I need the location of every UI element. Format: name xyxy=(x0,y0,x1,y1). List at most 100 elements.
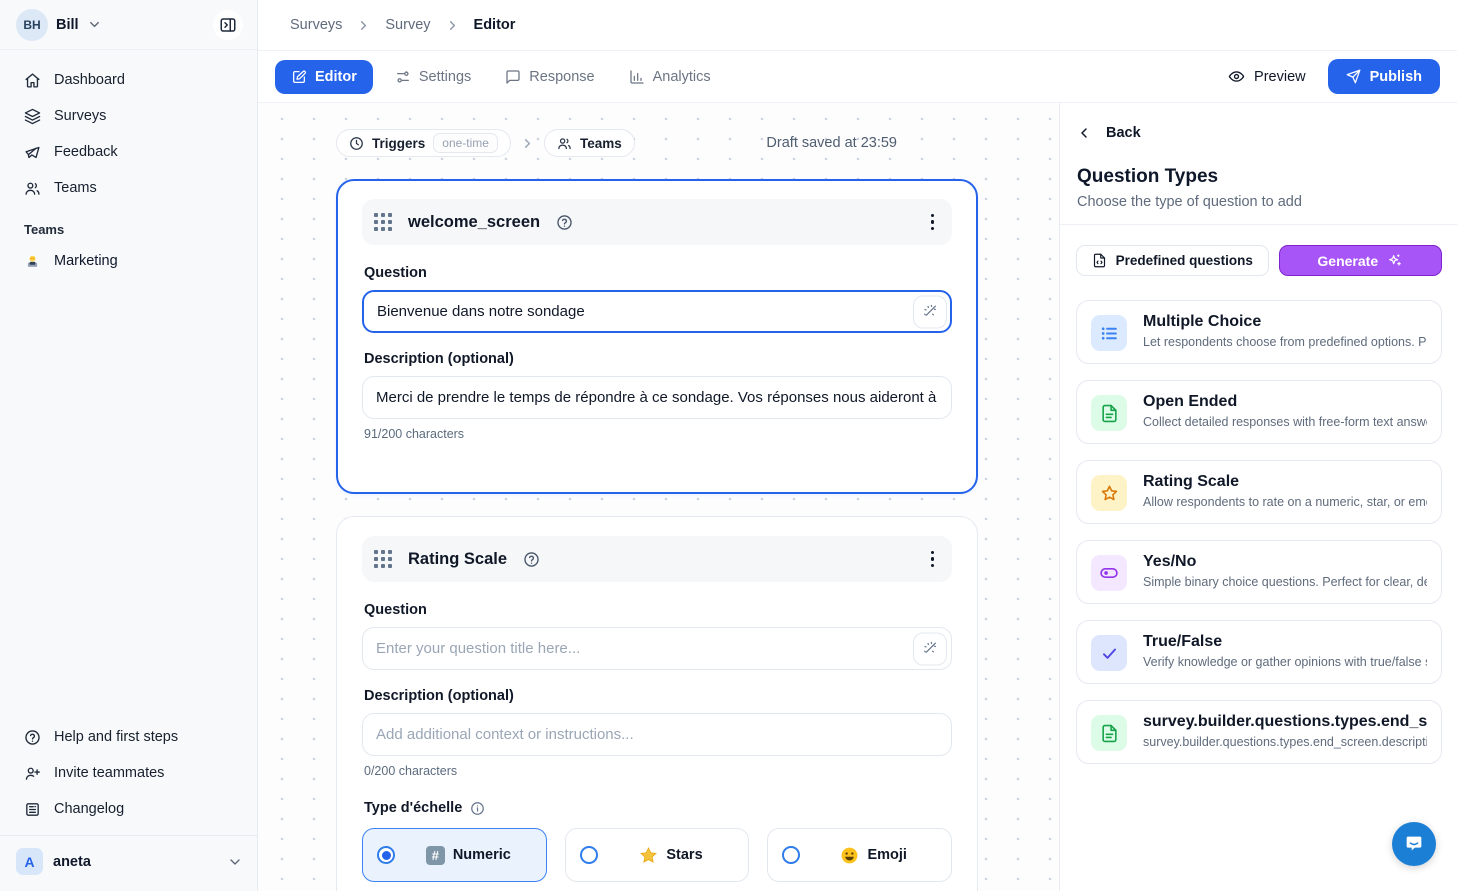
triggers-chip[interactable]: Triggers one-time xyxy=(336,129,511,157)
one-time-badge: one-time xyxy=(433,133,498,153)
char-counter: 0/200 characters xyxy=(364,764,952,778)
chat-launcher-button[interactable] xyxy=(1392,822,1436,866)
question-field-label: Question xyxy=(364,602,952,618)
footer-item-label: Changelog xyxy=(54,801,124,817)
description-field-label: Description (optional) xyxy=(364,351,952,367)
help-circle-icon[interactable] xyxy=(556,214,573,231)
magic-wand-button[interactable] xyxy=(913,632,947,665)
radio-icon xyxy=(782,846,800,864)
type-title: True/False xyxy=(1143,633,1427,651)
technologist-emoji-icon xyxy=(24,253,41,270)
preview-button[interactable]: Preview xyxy=(1228,68,1306,85)
magic-wand-button[interactable] xyxy=(913,295,947,328)
question-title-input[interactable] xyxy=(362,627,952,670)
scale-option-emoji[interactable]: Emoji xyxy=(767,828,952,882)
user-avatar[interactable]: BH xyxy=(16,9,48,41)
description-field-label: Description (optional) xyxy=(364,688,952,704)
type-card-true-false[interactable]: True/False Verify knowledge or gather op… xyxy=(1076,620,1442,684)
drag-handle-icon[interactable] xyxy=(374,213,392,231)
file-text-icon xyxy=(1091,715,1127,751)
generate-button[interactable]: Generate xyxy=(1279,245,1442,276)
user-name[interactable]: Bill xyxy=(56,17,79,33)
sparkles-icon xyxy=(1387,253,1403,269)
scale-option-label: Emoji xyxy=(867,847,906,863)
type-card-yes-no[interactable]: Yes/No Simple binary choice questions. P… xyxy=(1076,540,1442,604)
question-card-rating-scale[interactable]: Rating Scale Question Description (op xyxy=(336,516,978,891)
teams-chip[interactable]: Teams xyxy=(544,129,635,157)
question-card-title: Rating Scale xyxy=(408,550,507,569)
kebab-menu-icon[interactable] xyxy=(927,210,939,235)
newspaper-icon xyxy=(24,801,41,818)
list-icon xyxy=(1091,315,1127,351)
sidebar-header: BH Bill xyxy=(0,0,257,50)
file-code-icon xyxy=(1092,253,1107,268)
drag-handle-icon[interactable] xyxy=(374,550,392,568)
check-icon xyxy=(1091,635,1127,671)
triggers-chip-label: Triggers xyxy=(372,136,425,151)
home-icon xyxy=(24,72,41,89)
help-first-steps-item[interactable]: Help and first steps xyxy=(12,721,245,753)
predefined-questions-button[interactable]: Predefined questions xyxy=(1076,245,1269,276)
draft-status: Draft saved at 23:59 xyxy=(766,135,897,151)
tab-label: Settings xyxy=(419,69,471,85)
main-column: Surveys Survey Editor Editor Settings R xyxy=(258,0,1457,891)
sidebar-item-label: Feedback xyxy=(54,144,118,160)
info-circle-icon xyxy=(470,801,485,816)
breadcrumb-editor[interactable]: Editor xyxy=(474,17,516,33)
tab-label: Response xyxy=(529,69,594,85)
sidebar-item-surveys[interactable]: Surveys xyxy=(12,100,245,132)
sidebar-item-label: Dashboard xyxy=(54,72,125,88)
user-plus-icon xyxy=(24,765,41,782)
type-card-rating-scale[interactable]: Rating Scale Allow respondents to rate o… xyxy=(1076,460,1442,524)
scale-type-options: # Numeric Stars xyxy=(362,828,952,882)
tab-settings[interactable]: Settings xyxy=(383,60,483,94)
question-title-input[interactable] xyxy=(362,290,952,333)
breadcrumb-survey[interactable]: Survey xyxy=(385,17,430,33)
type-card-open-ended[interactable]: Open Ended Collect detailed responses wi… xyxy=(1076,380,1442,444)
message-square-icon xyxy=(505,69,521,85)
sidebar: BH Bill Dashboard Surveys F xyxy=(0,0,258,891)
canvas-top-row: Triggers one-time Teams Draft saved at 2… xyxy=(336,129,978,157)
type-title: Open Ended xyxy=(1143,393,1427,411)
sidebar-footer: Help and first steps Invite teammates Ch… xyxy=(0,721,257,825)
tab-editor[interactable]: Editor xyxy=(275,60,373,94)
type-description: Collect detailed responses with free-for… xyxy=(1143,415,1427,429)
collapse-sidebar-button[interactable] xyxy=(213,10,243,40)
question-field-label: Question xyxy=(364,265,952,281)
description-input[interactable] xyxy=(362,713,952,756)
users-icon xyxy=(24,180,41,197)
publish-button[interactable]: Publish xyxy=(1328,59,1440,94)
sidebar-item-dashboard[interactable]: Dashboard xyxy=(12,64,245,96)
sidebar-item-feedback[interactable]: Feedback xyxy=(12,136,245,168)
scale-option-stars[interactable]: Stars xyxy=(565,828,750,882)
type-title: Rating Scale xyxy=(1143,473,1427,491)
chevron-down-icon[interactable] xyxy=(87,17,102,32)
sidebar-item-teams[interactable]: Teams xyxy=(12,172,245,204)
users-icon xyxy=(557,136,572,151)
send-icon xyxy=(1346,69,1361,84)
smiley-emoji-icon xyxy=(840,846,859,865)
kebab-menu-icon[interactable] xyxy=(927,547,939,572)
eye-icon xyxy=(1228,68,1245,85)
star-emoji-icon xyxy=(639,846,658,865)
type-card-end-screen[interactable]: survey.builder.questions.types.end_scr..… xyxy=(1076,700,1442,764)
question-types-panel: Back Question Types Choose the type of q… xyxy=(1059,103,1457,891)
question-card-welcome-screen[interactable]: welcome_screen Question Description ( xyxy=(336,179,978,494)
help-circle-icon[interactable] xyxy=(523,551,540,568)
breadcrumb-surveys[interactable]: Surveys xyxy=(290,17,342,33)
invite-teammates-item[interactable]: Invite teammates xyxy=(12,757,245,789)
panel-title: Question Types xyxy=(1077,166,1442,188)
chevron-left-icon xyxy=(1076,125,1092,141)
tab-response[interactable]: Response xyxy=(493,60,606,94)
workspace-switcher[interactable]: A aneta xyxy=(0,835,257,891)
scale-option-numeric[interactable]: # Numeric xyxy=(362,828,547,882)
description-input[interactable] xyxy=(362,376,952,419)
changelog-item[interactable]: Changelog xyxy=(12,793,245,825)
tab-analytics[interactable]: Analytics xyxy=(617,60,723,94)
type-title: Yes/No xyxy=(1143,553,1427,571)
edit-pencil-icon xyxy=(291,69,307,85)
sidebar-team-marketing[interactable]: Marketing xyxy=(0,245,257,277)
type-card-multiple-choice[interactable]: Multiple Choice Let respondents choose f… xyxy=(1076,300,1442,364)
back-button[interactable]: Back xyxy=(1076,123,1141,143)
footer-item-label: Invite teammates xyxy=(54,765,164,781)
